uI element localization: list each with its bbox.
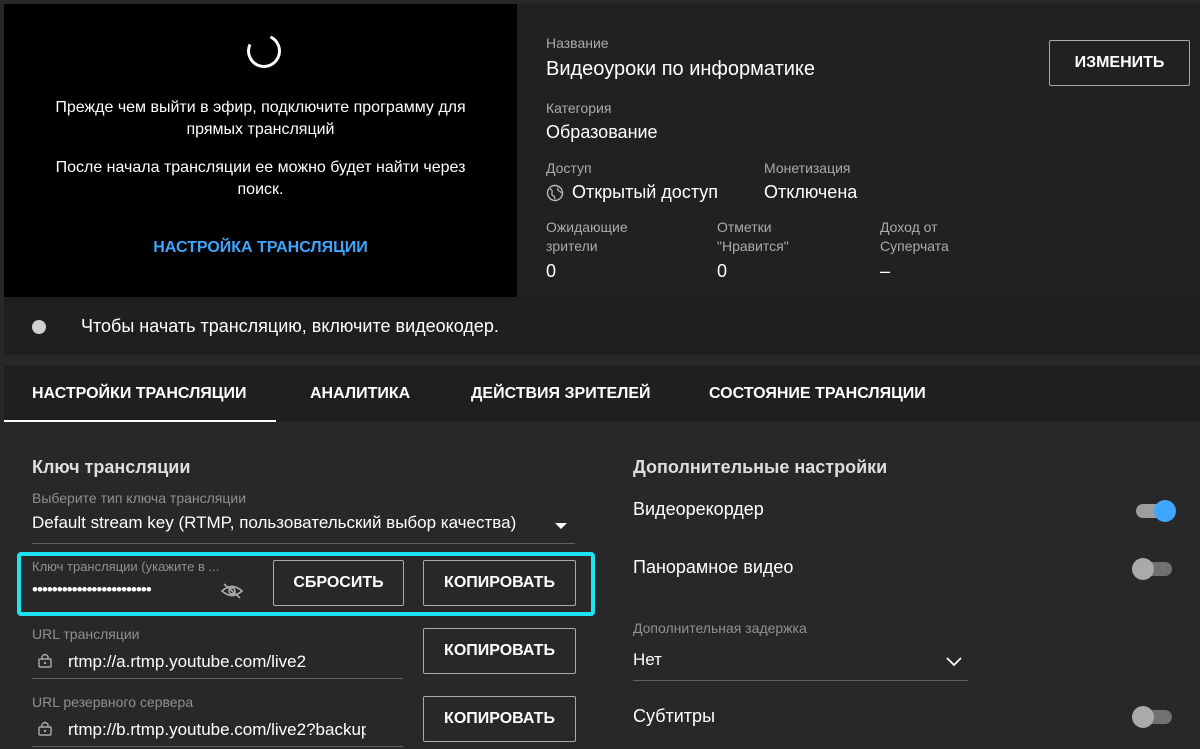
additional-settings-title: Дополнительные настройки bbox=[633, 457, 888, 477]
copy-backup-url-button[interactable]: КОПИРОВАТЬ bbox=[423, 696, 576, 742]
access-label: Доступ bbox=[546, 160, 592, 176]
dvr-toggle[interactable] bbox=[1132, 500, 1176, 522]
copy-url-button[interactable]: КОПИРОВАТЬ bbox=[423, 628, 576, 674]
tab-stream-settings[interactable]: НАСТРОЙКИ ТРАНСЛЯЦИИ bbox=[3, 366, 278, 422]
copy-key-button[interactable]: КОПИРОВАТЬ bbox=[423, 560, 576, 606]
superchat-label: Доход от Суперчата bbox=[880, 219, 949, 254]
divider bbox=[32, 543, 575, 544]
preview-message-search: После начала трансляции ее можно будет н… bbox=[55, 159, 466, 198]
backup-url-field[interactable]: rtmp://b.rtmp.youtube.com/live2?backup=1 bbox=[68, 720, 366, 740]
stream-key-field[interactable]: •••••••••••••••••••••••• bbox=[32, 580, 151, 600]
loading-spinner-icon bbox=[242, 29, 286, 73]
globe-icon bbox=[546, 185, 564, 202]
stream-url-label: URL трансляции bbox=[32, 626, 140, 642]
stream-preview: Прежде чем выйти в эфир, подключите прог… bbox=[4, 4, 517, 297]
monetization-label: Монетизация bbox=[764, 160, 851, 176]
subtitles-toggle[interactable] bbox=[1132, 706, 1176, 728]
subtitles-label: Субтитры bbox=[633, 706, 716, 726]
superchat-value: – bbox=[880, 261, 891, 281]
backup-url-label: URL резервного сервера bbox=[32, 694, 194, 710]
visibility-off-icon[interactable] bbox=[220, 582, 244, 600]
status-message: Чтобы начать трансляцию, включите видеок… bbox=[81, 316, 499, 336]
category-label: Категория bbox=[546, 100, 612, 116]
stream-title: Видеоуроки по информатике bbox=[546, 58, 815, 80]
settings-tabs: НАСТРОЙКИ ТРАНСЛЯЦИИ АНАЛИТИКА ДЕЙСТВИЯ … bbox=[3, 366, 1200, 422]
divider bbox=[32, 678, 403, 679]
monetization-value: Отключена bbox=[764, 182, 858, 202]
lock-icon bbox=[38, 721, 52, 736]
access-value: Открытый доступ bbox=[546, 182, 718, 203]
preview-message-encoder: Прежде чем выйти в эфир, подключите прог… bbox=[55, 99, 466, 138]
stream-key-type-select[interactable]: Default stream key (RTMP, пользовательск… bbox=[32, 513, 547, 533]
panorama-toggle[interactable] bbox=[1132, 558, 1176, 580]
likes-label: Отметки "Нравится" bbox=[717, 219, 789, 254]
latency-label: Дополнительная задержка bbox=[633, 620, 807, 636]
dvr-label: Видеорекордер bbox=[633, 499, 764, 519]
tab-viewer-actions[interactable]: ДЕЙСТВИЯ ЗРИТЕЛЕЙ bbox=[471, 366, 651, 422]
stream-key-section-title: Ключ трансляции bbox=[32, 457, 191, 477]
title-label: Название bbox=[546, 35, 609, 51]
dropdown-arrow-icon[interactable] bbox=[555, 523, 567, 529]
divider bbox=[633, 680, 968, 681]
stream-setup-link[interactable]: НАСТРОЙКА ТРАНСЛЯЦИИ bbox=[4, 239, 517, 257]
lock-icon bbox=[38, 653, 52, 668]
status-indicator-icon bbox=[32, 320, 46, 334]
category-value: Образование bbox=[546, 122, 658, 142]
edit-button[interactable]: ИЗМЕНИТЬ bbox=[1049, 40, 1190, 86]
access-value-text: Открытый доступ bbox=[572, 182, 719, 202]
reset-key-button[interactable]: СБРОСИТЬ bbox=[273, 560, 404, 606]
stream-url-field[interactable]: rtmp://a.rtmp.youtube.com/live2 bbox=[68, 652, 368, 672]
tab-stream-health[interactable]: СОСТОЯНИЕ ТРАНСЛЯЦИИ bbox=[709, 366, 926, 422]
waiting-viewers-label: Ожидающие зрители bbox=[546, 219, 628, 254]
chevron-down-icon[interactable] bbox=[945, 656, 963, 668]
tab-analytics[interactable]: АНАЛИТИКА bbox=[310, 366, 410, 422]
panorama-label: Панорамное видео bbox=[633, 557, 794, 577]
stream-status-bar: Чтобы начать трансляцию, включите видеок… bbox=[4, 297, 1200, 355]
divider bbox=[32, 746, 403, 747]
latency-select[interactable]: Нет bbox=[633, 650, 662, 670]
stream-key-label: Ключ трансляции (укажите в ... bbox=[32, 559, 220, 574]
stream-key-type-label: Выберите тип ключа трансляции bbox=[32, 490, 247, 506]
likes-value: 0 bbox=[717, 261, 728, 281]
waiting-viewers-value: 0 bbox=[546, 261, 557, 281]
stream-info-panel: Название Видеоуроки по информатике ИЗМЕН… bbox=[517, 4, 1200, 297]
